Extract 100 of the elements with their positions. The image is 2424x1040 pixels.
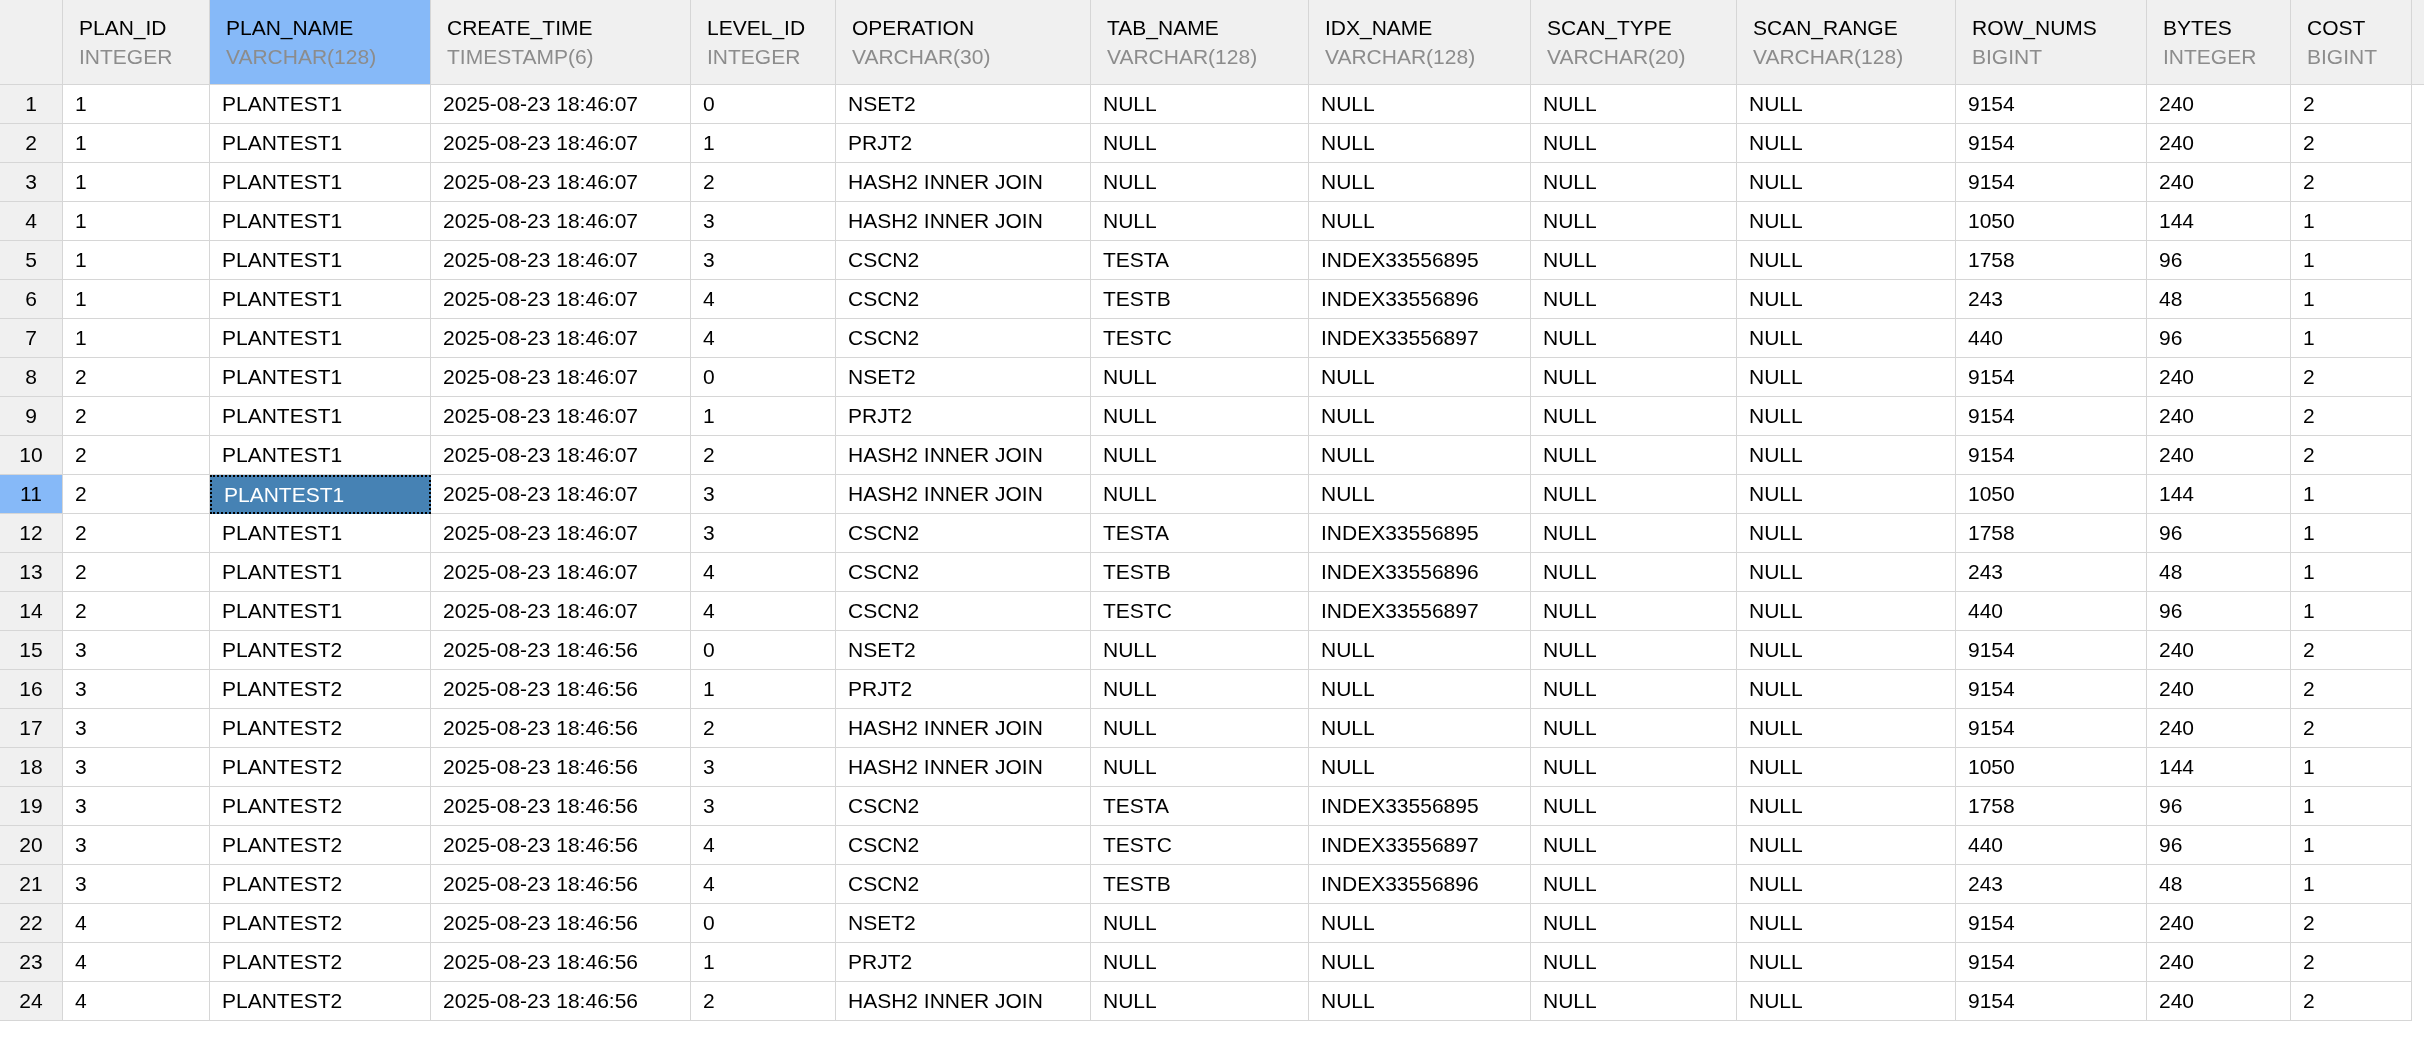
table-cell: 3 [63,865,210,904]
table-cell: 1 [691,670,836,709]
table-cell: 9154 [1956,982,2147,1021]
table-cell: 243 [1956,280,2147,319]
table-cell: 2 [2291,436,2412,475]
row-number[interactable]: 8 [0,358,63,397]
row-number[interactable]: 9 [0,397,63,436]
row-number[interactable]: 6 [0,280,63,319]
column-header[interactable]: SCAN_TYPE VARCHAR(20) [1531,0,1737,85]
table-cell: 1050 [1956,475,2147,514]
row-number[interactable]: 20 [0,826,63,865]
column-header[interactable]: TAB_NAME VARCHAR(128) [1091,0,1309,85]
column-header[interactable]: COST BIGINT [2291,0,2412,85]
table-cell: 240 [2147,124,2291,163]
table-cell: NULL [1531,124,1737,163]
column-header[interactable]: BYTES INTEGER [2147,0,2291,85]
table-cell: 1 [63,124,210,163]
table-cell: 2 [63,397,210,436]
table-cell: NULL [1531,670,1737,709]
column-header[interactable]: OPERATION VARCHAR(30) [836,0,1091,85]
row-number[interactable]: 24 [0,982,63,1021]
table-cell: 4 [63,904,210,943]
table-cell: 240 [2147,436,2291,475]
column-header[interactable]: LEVEL_ID INTEGER [691,0,836,85]
table-cell: NULL [1531,397,1737,436]
table-cell: NULL [1531,475,1737,514]
table-cell: 4 [691,592,836,631]
row-number[interactable]: 3 [0,163,63,202]
table-cell: 1 [63,319,210,358]
table-cell: NSET2 [836,631,1091,670]
row-number[interactable]: 16 [0,670,63,709]
table-cell: NULL [1737,826,1956,865]
table-cell: NULL [1737,280,1956,319]
table-cell: NULL [1531,748,1737,787]
row-number[interactable]: 2 [0,124,63,163]
table-cell: NULL [1309,904,1531,943]
table-cell: PLANTEST2 [210,670,431,709]
row-number[interactable]: 1 [0,85,63,124]
column-header[interactable]: ROW_NUMS BIGINT [1956,0,2147,85]
table-cell: NULL [1309,943,1531,982]
row-number[interactable]: 10 [0,436,63,475]
column-type: VARCHAR(128) [1753,44,1905,70]
table-cell: 1 [2291,241,2412,280]
table-cell: 1758 [1956,787,2147,826]
table-cell: 1 [691,943,836,982]
table-cell: 1 [2291,787,2412,826]
table-cell: PLANTEST2 [210,865,431,904]
row-number[interactable]: 18 [0,748,63,787]
table-cell: HASH2 INNER JOIN [836,436,1091,475]
row-number[interactable]: 17 [0,709,63,748]
column-header[interactable]: SCAN_RANGE VARCHAR(128) [1737,0,1956,85]
column-header[interactable]: PLAN_NAME VARCHAR(128) [210,0,431,85]
table-cell: 2025-08-23 18:46:07 [431,436,691,475]
table-cell: 2025-08-23 18:46:56 [431,748,691,787]
table-cell: NULL [1091,475,1309,514]
table-cell: PLANTEST1 [210,241,431,280]
table-cell: 1 [63,241,210,280]
row-number[interactable]: 21 [0,865,63,904]
table-cell: 2025-08-23 18:46:07 [431,592,691,631]
table-cell: PLANTEST1 [210,475,431,514]
table-cell: 96 [2147,592,2291,631]
table-cell: 2025-08-23 18:46:07 [431,85,691,124]
table-cell: 2 [2291,943,2412,982]
column-header[interactable]: CREATE_TIME TIMESTAMP(6) [431,0,691,85]
table-cell: 48 [2147,865,2291,904]
table-cell: 240 [2147,943,2291,982]
row-number[interactable]: 14 [0,592,63,631]
table-cell: 2025-08-23 18:46:07 [431,163,691,202]
table-cell: TESTA [1091,241,1309,280]
table-cell: CSCN2 [836,787,1091,826]
table-cell: 144 [2147,748,2291,787]
row-number[interactable]: 15 [0,631,63,670]
table-cell: 4 [691,826,836,865]
row-number[interactable]: 7 [0,319,63,358]
table-cell: 9154 [1956,358,2147,397]
table-cell: PLANTEST2 [210,943,431,982]
row-number[interactable]: 19 [0,787,63,826]
row-number[interactable]: 4 [0,202,63,241]
column-name: SCAN_RANGE [1753,15,1899,42]
row-number[interactable]: 5 [0,241,63,280]
table-cell: NULL [1531,319,1737,358]
table-cell: NULL [1309,982,1531,1021]
table-cell: 1050 [1956,202,2147,241]
row-number[interactable]: 12 [0,514,63,553]
row-number[interactable]: 13 [0,553,63,592]
table-cell: 144 [2147,475,2291,514]
table-cell: 2025-08-23 18:46:07 [431,241,691,280]
row-number[interactable]: 22 [0,904,63,943]
table-cell: NULL [1737,202,1956,241]
table-cell: HASH2 INNER JOIN [836,982,1091,1021]
table-cell: PRJT2 [836,943,1091,982]
table-cell: TESTB [1091,865,1309,904]
table-cell: 1 [2291,514,2412,553]
column-header[interactable]: IDX_NAME VARCHAR(128) [1309,0,1531,85]
row-number[interactable]: 23 [0,943,63,982]
table-cell: 2 [2291,397,2412,436]
table-cell: 1 [2291,475,2412,514]
row-number[interactable]: 11 [0,475,63,514]
table-cell: NULL [1091,709,1309,748]
column-header[interactable]: PLAN_ID INTEGER [63,0,210,85]
